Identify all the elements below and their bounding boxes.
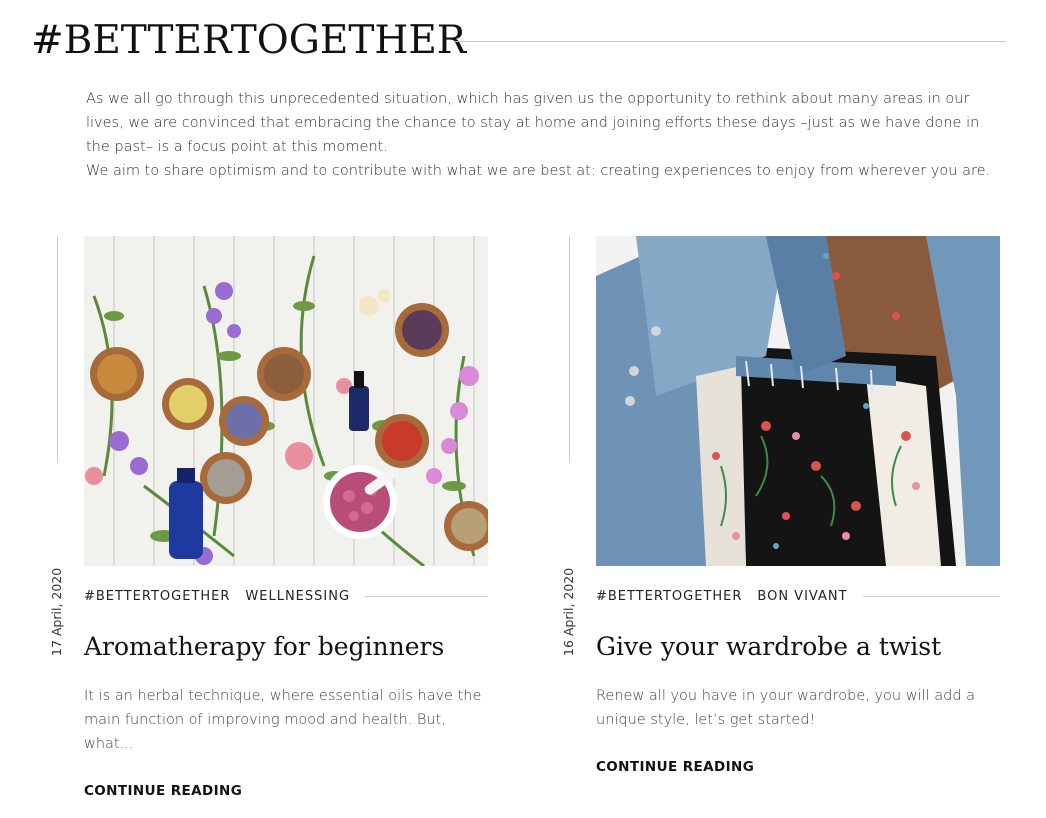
continue-reading-link[interactable]: CONTINUE READING	[84, 783, 242, 799]
post-excerpt: It is an herbal technique, where essenti…	[84, 688, 482, 752]
post-date: 17 April, 2020	[49, 567, 64, 656]
herbs-and-essential-oils-image[interactable]	[84, 236, 488, 566]
post-title[interactable]: Aromatherapy for beginners	[84, 632, 504, 661]
intro-text: As we all go through this unprecedented …	[86, 87, 998, 183]
tag-link[interactable]: #BETTERTOGETHER	[596, 589, 742, 604]
post-tags: #BETTERTOGETHER BON VIVANT	[596, 588, 1000, 604]
tag-link[interactable]: WELLNESSING	[245, 589, 350, 604]
post-date: 16 April, 2020	[561, 567, 576, 656]
embroidered-denim-jacket-image[interactable]	[596, 236, 1000, 566]
post-card: 17 April, 2020 #BETTERTOGETHER WELLNESSI…	[49, 236, 520, 816]
tag-divider	[365, 595, 488, 597]
tag-link[interactable]: BON VIVANT	[757, 589, 847, 604]
intro-paragraph: As we all go through this unprecedented …	[86, 91, 980, 155]
title-divider	[455, 41, 1006, 42]
date-divider	[569, 236, 570, 463]
date-divider	[57, 236, 58, 463]
post-card: 16 April, 2020 #BETTERTOGETHER BON VIVAN…	[561, 236, 1032, 816]
tag-divider	[862, 595, 1000, 597]
post-tags: #BETTERTOGETHER WELLNESSING	[84, 588, 488, 604]
post-excerpt: Renew all you have in your wardrobe, you…	[596, 688, 976, 728]
continue-reading-link[interactable]: CONTINUE READING	[596, 759, 754, 775]
post-title[interactable]: Give your wardrobe a twist	[596, 632, 1016, 661]
page-title: #BETTERTOGETHER	[31, 18, 467, 63]
tag-link[interactable]: #BETTERTOGETHER	[84, 589, 230, 604]
intro-paragraph: We aim to share optimism and to contribu…	[86, 163, 991, 179]
